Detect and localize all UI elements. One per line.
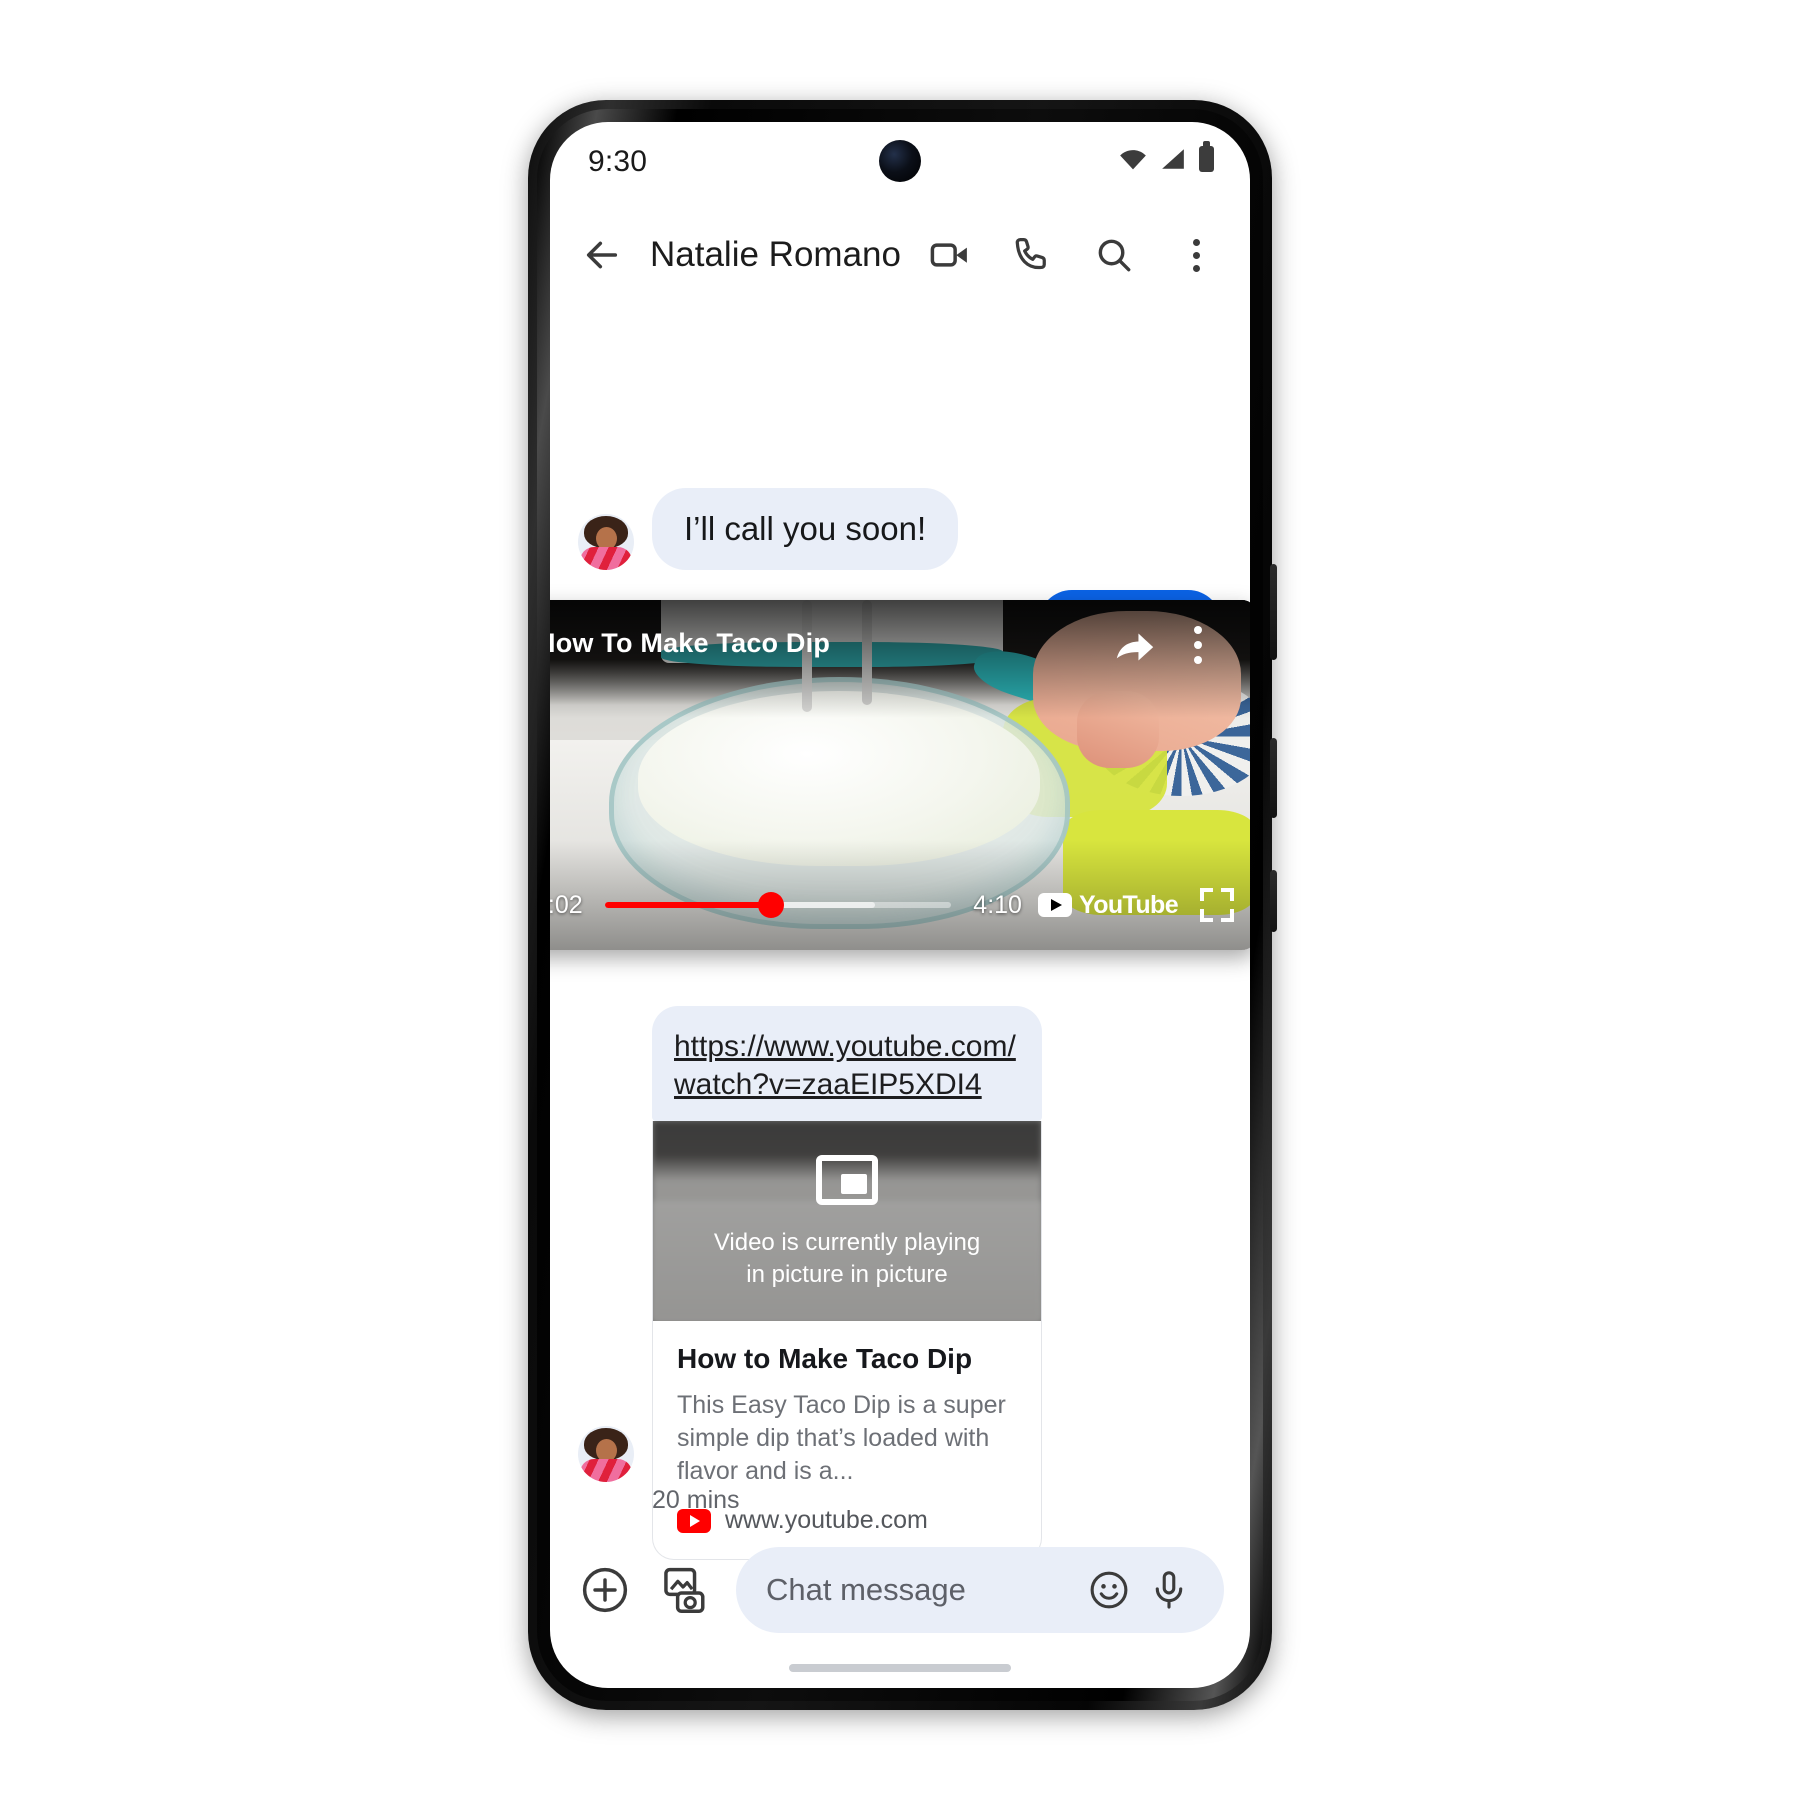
card-source-domain: www.youtube.com [725,1506,928,1534]
youtube-brand: YouTube [1037,890,1179,920]
message-composer: Chat message [550,1538,1250,1642]
fullscreen-button[interactable] [1200,888,1234,922]
app-bar-actions [922,227,1250,283]
avatar [578,1426,634,1482]
card-title: How to Make Taco Dip [677,1343,973,1374]
battery-icon [1199,141,1214,172]
player-current-time: 2:02 [550,890,583,919]
link-url-line1[interactable]: https://www.youtube.com/ [674,1028,1020,1066]
card-hero-image: Video is currently playing in picture in… [653,1121,1041,1321]
fullscreen-icon [1200,888,1213,901]
message-timestamp: 20 mins [652,1486,740,1514]
link-url-line2[interactable]: watch?v=zaaEIP5XDI4 [674,1066,1020,1104]
back-arrow-icon [586,241,618,269]
player-video-title: How To Make Taco Dip [550,628,831,658]
back-button[interactable] [570,223,634,287]
message-bubble-incoming[interactable]: I’ll call you soon! [652,488,959,570]
phone-call-button[interactable] [1004,227,1060,283]
add-attachment-button[interactable] [576,1561,634,1619]
voice-message-button[interactable] [1144,1565,1194,1615]
volume-up-button[interactable] [1270,564,1277,660]
player-scrubber-handle[interactable] [758,892,785,918]
volume-down-button[interactable] [1270,738,1277,818]
gesture-home-bar[interactable] [789,1664,1011,1672]
youtube-wordmark: YouTube [1078,890,1179,919]
card-description: This Easy Taco Dip is a super simple dip… [677,1391,1006,1485]
message-row-incoming: I’ll call you soon! [550,488,1250,570]
emoji-smiley-icon [1090,1571,1128,1609]
overflow-menu-button[interactable] [1168,227,1224,283]
status-icons [1119,141,1214,172]
image-picker-icon [664,1567,705,1613]
pip-notice-line2: in picture in picture [746,1261,948,1289]
front-camera-punch-hole [879,140,921,182]
search-button[interactable] [1086,227,1142,283]
player-played-bar [604,902,772,908]
search-icon [1098,239,1131,272]
link-bubble[interactable]: https://www.youtube.com/ watch?v=zaaEIP5… [652,1006,1042,1121]
gallery-button[interactable] [656,1561,714,1619]
chat-input-placeholder: Chat message [766,1572,966,1607]
app-bar: Natalie Romano [550,204,1250,306]
share-icon [1116,633,1154,661]
video-call-button[interactable] [922,227,978,283]
link-message-group: https://www.youtube.com/ watch?v=zaaEIP5… [652,1006,1042,1560]
player-controls: 2:02 4:10 YouTube [550,882,1250,928]
contact-name: Natalie Romano [650,235,901,274]
phone-device-frame: 9:30 Natalie Romano I’ll call you soon! … [528,100,1277,1710]
pip-notice: Video is currently playing in picture in… [653,1227,1041,1291]
picture-in-picture-player[interactable]: How To Make Taco Dip 2:02 [550,600,1250,950]
emoji-button[interactable] [1084,1565,1134,1615]
screenshot-canvas: 9:30 Natalie Romano I’ll call you soon! … [0,0,1800,1800]
picture-in-picture-icon [816,1155,878,1205]
overflow-menu-icon [1192,238,1200,272]
phone-screen: 9:30 Natalie Romano I’ll call you soon! … [550,122,1250,1688]
avatar [578,514,634,570]
player-duration: 4:10 [973,890,1022,919]
youtube-play-icon [1037,893,1072,917]
status-bar: 9:30 [550,122,1250,204]
video-call-icon [930,243,967,267]
player-overflow-menu-button[interactable] [1178,622,1218,668]
phone-call-icon [1015,237,1046,270]
wifi-icon [1120,149,1146,169]
plus-circle-icon [582,1567,628,1613]
player-share-button[interactable] [1112,622,1158,668]
card-body: How to Make Taco Dip This Easy Taco Dip … [653,1321,1041,1559]
power-button[interactable] [1270,870,1277,932]
pip-notice-line1: Video is currently playing [713,1229,981,1256]
cellular-signal-icon [1162,149,1184,169]
player-progress-bar[interactable] [604,892,952,918]
conversation-thread: I’ll call you soon! How To Make Taco Dip… [550,306,1250,1560]
microphone-icon [1155,1571,1183,1609]
status-clock: 9:30 [588,145,648,178]
chat-input-field[interactable]: Chat message [736,1547,1224,1633]
